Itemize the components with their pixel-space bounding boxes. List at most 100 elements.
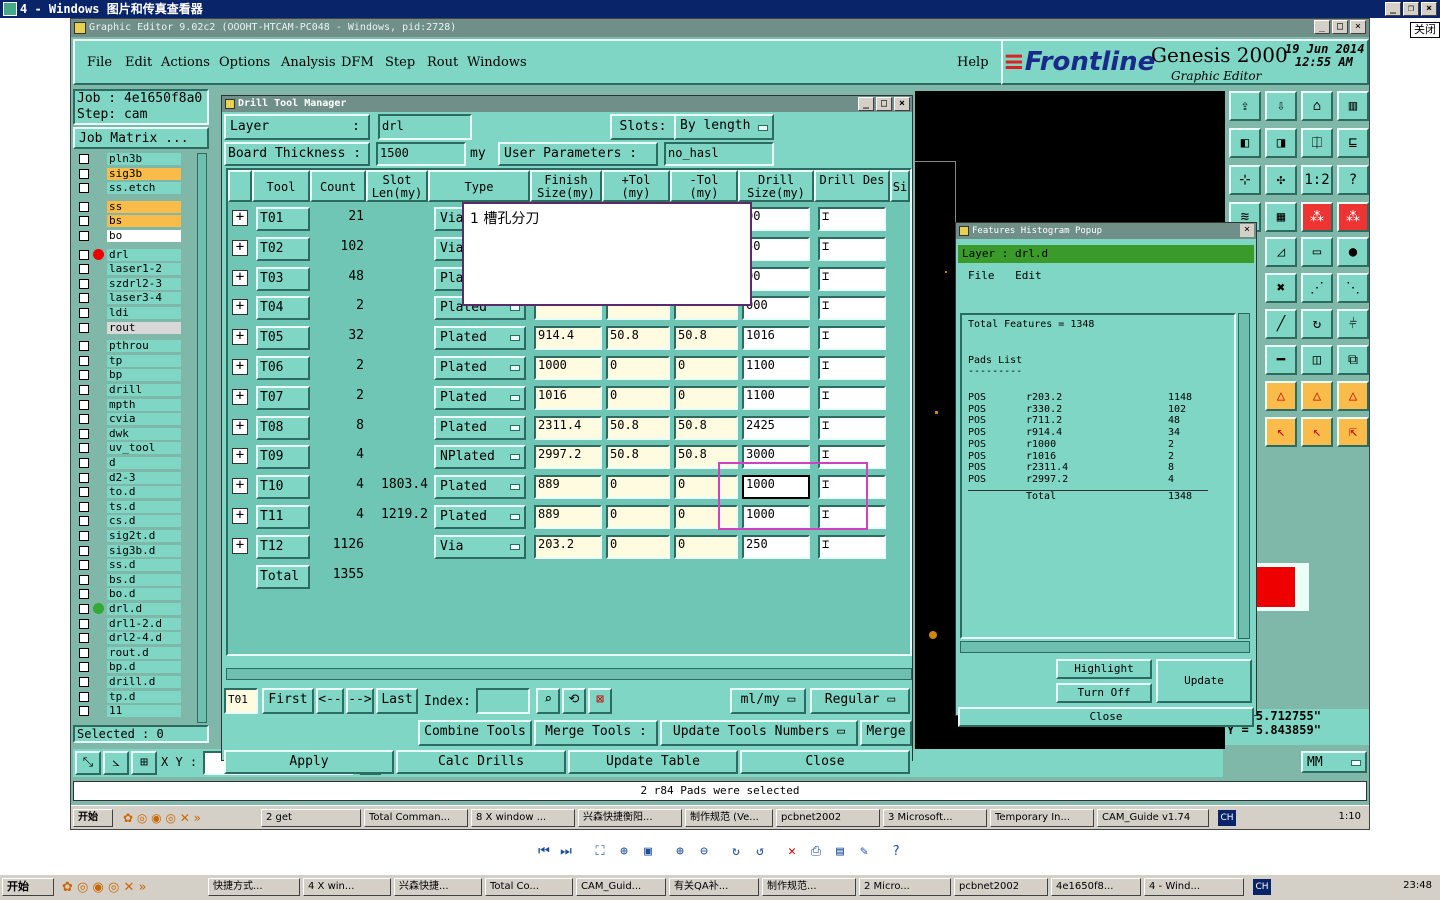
fhp-close-icon[interactable]: ×	[1240, 224, 1254, 237]
plus-tol-field[interactable]: 0	[606, 475, 670, 500]
drill-size-field[interactable]: 1100	[742, 385, 810, 410]
taskbar-item[interactable]: 4e1650f8...	[1051, 878, 1141, 896]
expand-icon[interactable]: +	[232, 329, 248, 346]
mirror-f-icon[interactable]: ⫩	[1337, 309, 1369, 339]
measure-icon[interactable]: ⦣	[103, 751, 129, 775]
minus-tol-field[interactable]: 50.8	[674, 415, 738, 440]
next-image-icon[interactable]: ⏭	[558, 844, 574, 860]
layer-checkbox[interactable]	[79, 691, 89, 702]
dtm-close-action-button[interactable]: Close	[740, 750, 910, 774]
arc-icon[interactable]: ↻	[1301, 309, 1333, 339]
layer-checkbox[interactable]	[79, 458, 89, 468]
line-icon[interactable]: ╱	[1265, 309, 1297, 339]
plus-tol-field[interactable]: 0	[606, 356, 670, 380]
layer-checkbox[interactable]	[79, 443, 89, 454]
layer-checkbox[interactable]	[79, 231, 89, 241]
menu-analysis[interactable]: Analysis	[281, 55, 336, 70]
layer-row[interactable]: d2-3	[75, 471, 185, 484]
layer-row[interactable]: sig3b.d	[75, 544, 185, 557]
taskbar-item[interactable]: 8 X window ...	[471, 809, 575, 827]
open-icon[interactable]: ⇪	[1229, 91, 1261, 121]
menu-file[interactable]: File	[87, 55, 112, 70]
connect-icon[interactable]: ⋱	[1337, 273, 1369, 303]
menu-options[interactable]: Options	[219, 55, 270, 70]
delete-icon[interactable]: ⊠	[588, 688, 612, 714]
restore-button[interactable]: ❐	[1403, 2, 1419, 16]
drill-size-field[interactable]: 1016	[742, 326, 810, 351]
tool-cell[interactable]: T06	[256, 356, 310, 380]
zoom-fit-icon[interactable]: ✣	[1265, 165, 1297, 195]
layer-row[interactable]: sig3b	[75, 167, 185, 180]
expand-icon[interactable]: +	[232, 537, 248, 554]
drill-size-field[interactable]: 2425	[742, 415, 810, 440]
update-table-button[interactable]: Update Table	[568, 750, 738, 774]
app-minimize-button[interactable]: _	[1314, 20, 1330, 34]
layer-checkbox[interactable]	[79, 545, 89, 556]
layer-row[interactable]: 11	[75, 705, 185, 718]
taskbar-item[interactable]: 3 Microsoft...	[883, 809, 987, 827]
layer-checkbox[interactable]	[79, 249, 89, 260]
layer-checkbox[interactable]	[79, 574, 89, 585]
tool-cell[interactable]: T03	[256, 266, 310, 291]
expand-icon[interactable]: +	[232, 210, 248, 226]
layer-checkbox[interactable]	[79, 341, 89, 352]
taskbar-item[interactable]: 兴森快捷衡阳...	[578, 809, 682, 827]
layer-checkbox[interactable]	[79, 618, 89, 629]
type-dropdown[interactable]: Plated	[434, 356, 526, 380]
finish-size-field[interactable]: 2997.2	[534, 445, 602, 470]
layer-checkbox[interactable]	[79, 154, 89, 164]
polygon-icon[interactable]: ◿	[1265, 237, 1297, 267]
minus-tol-field[interactable]: 0	[674, 534, 738, 559]
layer-checkbox[interactable]	[79, 501, 89, 512]
layer-row[interactable]: rout.d	[75, 646, 185, 659]
taskbar-item[interactable]: 快捷方式...	[208, 878, 300, 896]
menu-windows[interactable]: Windows	[467, 55, 527, 70]
layer-checkbox[interactable]	[79, 531, 89, 541]
layer-checkbox[interactable]	[79, 308, 89, 318]
layer-checkbox[interactable]	[79, 414, 89, 425]
apply-button[interactable]: Apply	[224, 750, 394, 774]
expand-icon[interactable]: +	[232, 478, 248, 495]
layer-checkbox[interactable]	[79, 399, 89, 410]
layer-checkbox[interactable]	[79, 633, 89, 644]
taskbar-item[interactable]: 4 X win...	[303, 878, 391, 896]
plus-tol-field[interactable]: 50.8	[606, 445, 670, 470]
drill-des-field[interactable]: ⌶	[818, 326, 886, 351]
grid-icon[interactable]: ⊞	[131, 751, 157, 775]
layer-row[interactable]: ss.etch	[75, 182, 185, 195]
fhp-menu-edit[interactable]: Edit	[1015, 269, 1042, 282]
delete-feat-icon[interactable]: ✖	[1265, 273, 1297, 303]
select3-icon[interactable]: ⇱	[1337, 417, 1369, 447]
layer-checkbox[interactable]	[79, 662, 89, 673]
minimize-button[interactable]: _	[1385, 2, 1401, 16]
layer-checkbox[interactable]	[79, 355, 89, 366]
zoom-in-icon[interactable]: ⊕	[672, 844, 688, 860]
layer-row[interactable]: pthrou	[75, 340, 185, 353]
drill-size-field[interactable]: 000	[742, 296, 810, 321]
hline-icon[interactable]: ━	[1265, 345, 1297, 375]
plus-tol-field[interactable]: 50.8	[606, 415, 670, 440]
layer-row[interactable]: pln3b	[75, 153, 185, 165]
taskbar-item[interactable]: 2 Micro...	[859, 878, 951, 896]
tool-cell[interactable]: T02	[256, 236, 310, 261]
drill-des-field[interactable]: ⌶	[818, 415, 886, 440]
drill-des-field[interactable]: ⌶	[818, 207, 886, 231]
reset-icon[interactable]: ⟲	[562, 688, 586, 714]
search-icon[interactable]: ⌕	[536, 688, 560, 714]
type-dropdown[interactable]: Plated	[434, 475, 526, 500]
expand-icon[interactable]: +	[232, 508, 248, 524]
tool-cell[interactable]: T07	[256, 385, 310, 410]
prev-button[interactable]: <--	[316, 688, 344, 714]
layer-row[interactable]: uv_tool	[75, 442, 185, 455]
expand-icon[interactable]: +	[232, 299, 248, 316]
units-mlmy-dropdown[interactable]: ml/my ▭	[730, 688, 806, 714]
drill-des-field[interactable]: ⌶	[818, 236, 886, 261]
layer-checkbox[interactable]	[79, 647, 89, 658]
taskbar-item[interactable]: 制作规范...	[762, 878, 856, 896]
fhp-menu-file[interactable]: File	[968, 269, 995, 282]
layer-checkbox[interactable]	[79, 604, 89, 614]
layer-checkbox[interactable]	[79, 293, 89, 304]
layer-row[interactable]: to.d	[75, 486, 185, 499]
expand-icon[interactable]: +	[232, 359, 248, 375]
menu-dfm[interactable]: DFM	[341, 55, 374, 70]
